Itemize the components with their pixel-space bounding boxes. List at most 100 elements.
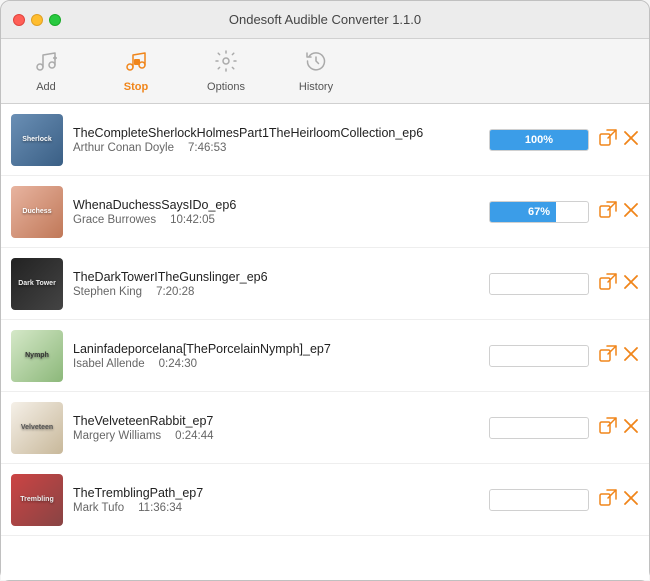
remove-button[interactable] [623,202,639,221]
close-button[interactable] [13,14,25,26]
cover-label: Dark Tower [16,278,58,289]
book-info: TheTremblingPath_ep7 Mark Tufo 11:36:34 [73,486,479,514]
history-label: History [299,81,333,93]
book-title: TheCompleteSherlockHolmesPart1TheHeirloo… [73,126,479,140]
minimize-button[interactable] [31,14,43,26]
toolbar-options[interactable]: Options [181,45,271,97]
action-buttons [599,417,639,438]
book-cover: Sherlock [11,114,63,166]
export-button[interactable] [599,129,617,150]
book-meta: Grace Burrowes 10:42:05 [73,214,479,226]
book-cover: Velveteen [11,402,63,454]
action-buttons [599,201,639,222]
book-row: Duchess WhenaDuchessSaysIDo_ep6 Grace Burr… [1,176,649,248]
cover-label: Trembling [18,494,55,505]
remove-button[interactable] [623,418,639,437]
book-cover: Dark Tower [11,258,63,310]
book-info: TheDarkTowerITheGunslinger_ep6 Stephen Ki… [73,270,479,298]
progress-bar: 67% [489,201,589,223]
progress-label: 67% [490,202,588,222]
toolbar: Add Stop Options [1,39,649,104]
book-row: Nymph Laninfadeporcelana[ThePorcelainNymp… [1,320,649,392]
options-label: Options [207,81,245,93]
book-cover: Duchess [11,186,63,238]
stop-label: Stop [124,81,148,93]
book-title: WhenaDuchessSaysIDo_ep6 [73,198,479,212]
remove-button[interactable] [623,274,639,293]
book-duration: 7:46:53 [188,142,226,154]
book-meta: Margery Williams 0:24:44 [73,430,479,442]
book-duration: 0:24:30 [159,358,197,370]
export-button[interactable] [599,417,617,438]
progress-label: 100% [490,130,588,150]
add-icon [34,49,58,79]
book-meta: Arthur Conan Doyle 7:46:53 [73,142,479,154]
book-author: Stephen King [73,286,142,298]
book-title: TheVelveteenRabbit_ep7 [73,414,479,428]
progress-bar [489,273,589,295]
cover-label: Sherlock [20,134,54,145]
remove-button[interactable] [623,130,639,149]
progress-bar [489,417,589,439]
book-info: Laninfadeporcelana[ThePorcelainNymph]_ep… [73,342,479,370]
book-author: Arthur Conan Doyle [73,142,174,154]
traffic-lights [13,14,61,26]
book-author: Isabel Allende [73,358,145,370]
export-button[interactable] [599,273,617,294]
book-title: TheDarkTowerITheGunslinger_ep6 [73,270,479,284]
toolbar-add[interactable]: Add [1,45,91,97]
book-duration: 10:42:05 [170,214,215,226]
add-label: Add [36,81,56,93]
progress-area [489,417,589,439]
cover-label: Duchess [20,206,53,217]
progress-area: 67% [489,201,589,223]
stop-icon [124,49,148,79]
progress-area: 100% [489,129,589,151]
options-icon [214,49,238,79]
action-buttons [599,489,639,510]
progress-area [489,345,589,367]
book-cover: Nymph [11,330,63,382]
action-buttons [599,345,639,366]
book-title: TheTremblingPath_ep7 [73,486,479,500]
action-buttons [599,273,639,294]
book-info: WhenaDuchessSaysIDo_ep6 Grace Burrowes 10:… [73,198,479,226]
book-row: Trembling TheTremblingPath_ep7 Mark Tufo 11… [1,464,649,536]
book-row: Velveteen TheVelveteenRabbit_ep7 Margery W… [1,392,649,464]
book-title: Laninfadeporcelana[ThePorcelainNymph]_ep… [73,342,479,356]
history-icon [304,49,328,79]
progress-bar [489,345,589,367]
maximize-button[interactable] [49,14,61,26]
title-bar: Ondesoft Audible Converter 1.1.0 [1,1,649,39]
book-info: TheVelveteenRabbit_ep7 Margery Williams 0:… [73,414,479,442]
toolbar-history[interactable]: History [271,45,361,97]
book-info: TheCompleteSherlockHolmesPart1TheHeirloo… [73,126,479,154]
progress-area [489,489,589,511]
book-row: Sherlock TheCompleteSherlockHolmesPart1Th… [1,104,649,176]
book-meta: Mark Tufo 11:36:34 [73,502,479,514]
remove-button[interactable] [623,346,639,365]
export-button[interactable] [599,489,617,510]
book-meta: Stephen King 7:20:28 [73,286,479,298]
book-row: Dark Tower TheDarkTowerITheGunslinger_ep6… [1,248,649,320]
book-list: Sherlock TheCompleteSherlockHolmesPart1Th… [1,104,649,580]
book-duration: 0:24:44 [175,430,213,442]
book-author: Margery Williams [73,430,161,442]
book-author: Mark Tufo [73,502,124,514]
cover-label: Nymph [23,350,51,361]
book-duration: 11:36:34 [138,502,182,514]
app-title: Ondesoft Audible Converter 1.1.0 [229,12,421,27]
progress-bar [489,489,589,511]
book-meta: Isabel Allende 0:24:30 [73,358,479,370]
book-cover: Trembling [11,474,63,526]
book-author: Grace Burrowes [73,214,156,226]
cover-label: Velveteen [19,422,55,433]
export-button[interactable] [599,345,617,366]
export-button[interactable] [599,201,617,222]
remove-button[interactable] [623,490,639,509]
action-buttons [599,129,639,150]
book-duration: 7:20:28 [156,286,194,298]
progress-area [489,273,589,295]
progress-bar: 100% [489,129,589,151]
toolbar-stop[interactable]: Stop [91,45,181,97]
